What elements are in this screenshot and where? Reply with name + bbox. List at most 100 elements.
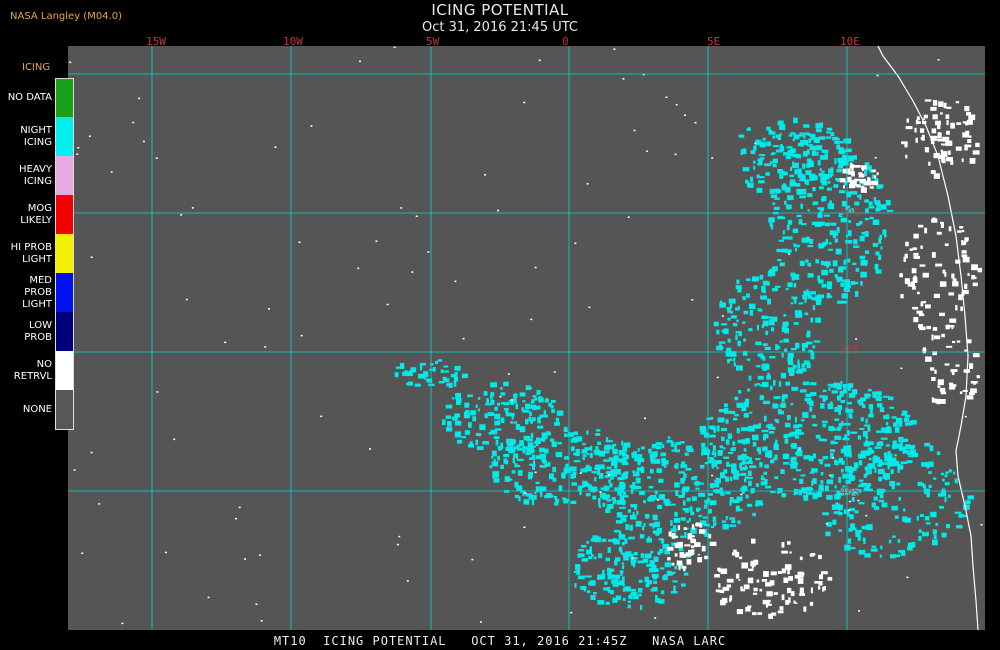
icing-cloud — [635, 520, 642, 527]
icing-cloud — [670, 591, 678, 594]
no-retrieval-cloud — [916, 310, 923, 314]
icing-cloud — [873, 197, 877, 203]
icing-cloud — [741, 408, 747, 412]
icing-cloud — [718, 341, 726, 344]
icing-cloud — [861, 260, 868, 265]
icing-cloud — [811, 414, 816, 419]
speckle — [454, 280, 457, 283]
icing-cloud — [547, 462, 551, 467]
icing-cloud — [594, 477, 597, 482]
icing-cloud — [639, 605, 643, 610]
lon-label-0: 0 — [562, 35, 569, 48]
icing-cloud — [828, 426, 835, 431]
icing-cloud — [531, 454, 536, 460]
legend-item-label: MOG LIKELY — [20, 202, 52, 226]
icing-cloud — [927, 461, 934, 467]
no-retrieval-cloud — [810, 587, 813, 594]
no-retrieval-cloud — [741, 562, 749, 569]
icing-cloud — [610, 590, 614, 595]
no-retrieval-cloud — [930, 170, 936, 174]
icing-cloud — [514, 421, 518, 424]
no-retrieval-cloud — [901, 141, 908, 145]
icing-cloud — [522, 448, 526, 454]
no-retrieval-cloud — [683, 527, 687, 530]
icing-cloud — [658, 599, 665, 604]
icing-cloud — [514, 463, 518, 466]
icing-cloud — [709, 434, 716, 438]
icing-cloud — [826, 131, 831, 134]
icing-cloud — [821, 198, 824, 202]
icing-cloud — [819, 297, 822, 302]
icing-cloud — [799, 260, 805, 266]
speckle — [207, 596, 210, 599]
speckle — [484, 174, 487, 176]
icing-cloud — [759, 141, 766, 148]
icing-cloud — [756, 187, 763, 193]
icing-cloud — [804, 312, 809, 315]
icing-cloud — [779, 133, 782, 136]
icing-cloud — [774, 285, 781, 288]
icing-cloud — [534, 491, 537, 495]
icing-cloud — [464, 430, 471, 435]
speckle — [511, 399, 513, 401]
icing-cloud — [461, 373, 469, 379]
icing-cloud — [493, 436, 500, 439]
icing-cloud — [863, 424, 871, 427]
icing-cloud — [642, 526, 645, 531]
icing-cloud — [812, 305, 816, 311]
no-retrieval-cloud — [790, 591, 795, 597]
icing-cloud — [686, 520, 689, 524]
icing-cloud — [753, 145, 757, 151]
icing-cloud — [887, 451, 891, 457]
speckle — [674, 153, 677, 156]
icing-cloud — [757, 375, 764, 380]
no-retrieval-cloud — [714, 574, 720, 578]
icing-cloud — [855, 531, 861, 537]
icing-cloud — [790, 302, 794, 305]
icing-cloud — [848, 386, 851, 391]
no-retrieval-cloud — [799, 587, 804, 594]
icing-cloud — [762, 356, 766, 361]
legend-item-label: NO DATA — [7, 91, 52, 103]
icing-cloud — [806, 330, 811, 337]
icing-cloud — [594, 467, 600, 470]
icing-cloud — [593, 592, 597, 595]
icing-cloud — [885, 199, 891, 206]
no-retrieval-cloud — [972, 150, 980, 155]
icing-cloud — [781, 493, 787, 497]
icing-cloud — [811, 221, 819, 226]
icing-cloud — [703, 523, 710, 527]
icing-cloud — [727, 359, 730, 364]
icing-cloud — [798, 219, 803, 225]
no-retrieval-cloud — [961, 250, 967, 254]
icing-cloud — [772, 271, 776, 276]
no-retrieval-cloud — [956, 340, 961, 343]
icing-cloud — [565, 463, 569, 468]
no-retrieval-cloud — [709, 541, 717, 546]
icing-cloud — [673, 518, 681, 523]
icing-cloud — [735, 334, 738, 341]
no-retrieval-cloud — [787, 541, 791, 545]
icing-cloud — [632, 470, 636, 473]
icing-cloud — [820, 260, 824, 264]
no-retrieval-cloud — [770, 571, 777, 576]
icing-cloud — [731, 463, 737, 469]
icing-cloud — [622, 576, 625, 581]
icing-cloud — [674, 444, 677, 450]
icing-cloud — [837, 512, 843, 516]
speckle — [255, 603, 258, 605]
icing-cloud — [742, 296, 746, 301]
icing-cloud — [485, 403, 492, 406]
icing-cloud — [590, 486, 596, 493]
no-retrieval-cloud — [924, 99, 932, 102]
no-retrieval-cloud — [935, 263, 943, 267]
no-retrieval-cloud — [937, 379, 944, 386]
speckle — [740, 493, 743, 496]
icing-cloud — [893, 422, 898, 427]
icing-cloud — [812, 495, 818, 500]
icing-cloud — [573, 452, 580, 456]
icing-cloud — [683, 572, 689, 576]
icing-cloud — [812, 453, 817, 459]
icing-cloud — [585, 464, 590, 471]
icing-cloud — [765, 330, 769, 336]
